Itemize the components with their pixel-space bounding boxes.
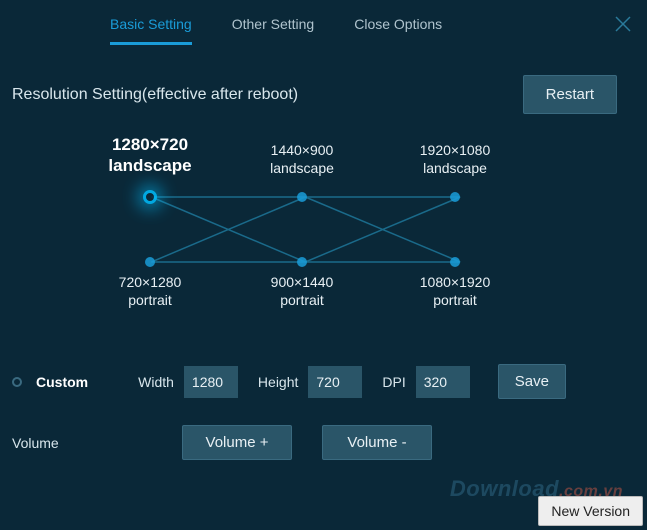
resolution-option-1440x900[interactable]: 1440×900 landscape (242, 142, 362, 177)
resolution-orient: landscape (90, 155, 210, 176)
resolution-option-1080x1920[interactable]: 1080×1920 portrait (395, 274, 515, 309)
height-input[interactable] (308, 366, 362, 398)
resolution-title: Resolution Setting(effective after reboo… (12, 86, 298, 104)
volume-label: Volume (12, 435, 152, 451)
resolution-option-900x1440[interactable]: 900×1440 portrait (242, 274, 362, 309)
resolution-option-1280x720[interactable]: 1280×720 landscape (90, 134, 210, 177)
resolution-option-1920x1080[interactable]: 1920×1080 landscape (395, 142, 515, 177)
resolution-value: 1080×1920 (420, 274, 490, 290)
restart-button[interactable]: Restart (523, 75, 617, 114)
resolution-option-720x1280[interactable]: 720×1280 portrait (90, 274, 210, 309)
resolution-dot[interactable] (297, 192, 307, 202)
width-label: Width (138, 374, 174, 390)
resolution-orient: landscape (395, 160, 515, 178)
resolution-value: 1920×1080 (420, 142, 490, 158)
resolution-orient: portrait (242, 292, 362, 310)
new-version-button[interactable]: New Version (538, 496, 643, 526)
tab-basic-setting[interactable]: Basic Setting (110, 16, 192, 45)
dpi-input[interactable] (416, 366, 470, 398)
save-button[interactable]: Save (498, 364, 566, 399)
resolution-dot[interactable] (297, 257, 307, 267)
tab-other-setting[interactable]: Other Setting (232, 16, 315, 45)
dpi-label: DPI (382, 374, 405, 390)
resolution-value: 900×1440 (271, 274, 334, 290)
volume-row: Volume Volume + Volume - (0, 399, 647, 460)
width-input[interactable] (184, 366, 238, 398)
volume-up-button[interactable]: Volume + (182, 425, 292, 460)
resolution-header-row: Resolution Setting(effective after reboo… (0, 45, 647, 114)
resolution-orient: portrait (90, 292, 210, 310)
tabs-bar: Basic Setting Other Setting Close Option… (0, 0, 647, 45)
volume-down-button[interactable]: Volume - (322, 425, 432, 460)
resolution-dot[interactable] (145, 257, 155, 267)
close-icon[interactable] (613, 14, 633, 34)
resolution-graph: 1280×720 landscape 1440×900 landscape 19… (40, 134, 607, 314)
resolution-orient: landscape (242, 160, 362, 178)
custom-radio[interactable] (12, 377, 22, 387)
resolution-dot[interactable] (450, 192, 460, 202)
resolution-dot-active[interactable] (143, 190, 157, 204)
height-label: Height (258, 374, 298, 390)
custom-resolution-row: Custom Width Height DPI Save (0, 314, 647, 399)
tab-close-options[interactable]: Close Options (354, 16, 442, 45)
resolution-orient: portrait (395, 292, 515, 310)
resolution-value: 720×1280 (119, 274, 182, 290)
resolution-value: 1440×900 (271, 142, 334, 158)
custom-label: Custom (36, 374, 88, 390)
resolution-dot[interactable] (450, 257, 460, 267)
resolution-value: 1280×720 (112, 135, 188, 154)
